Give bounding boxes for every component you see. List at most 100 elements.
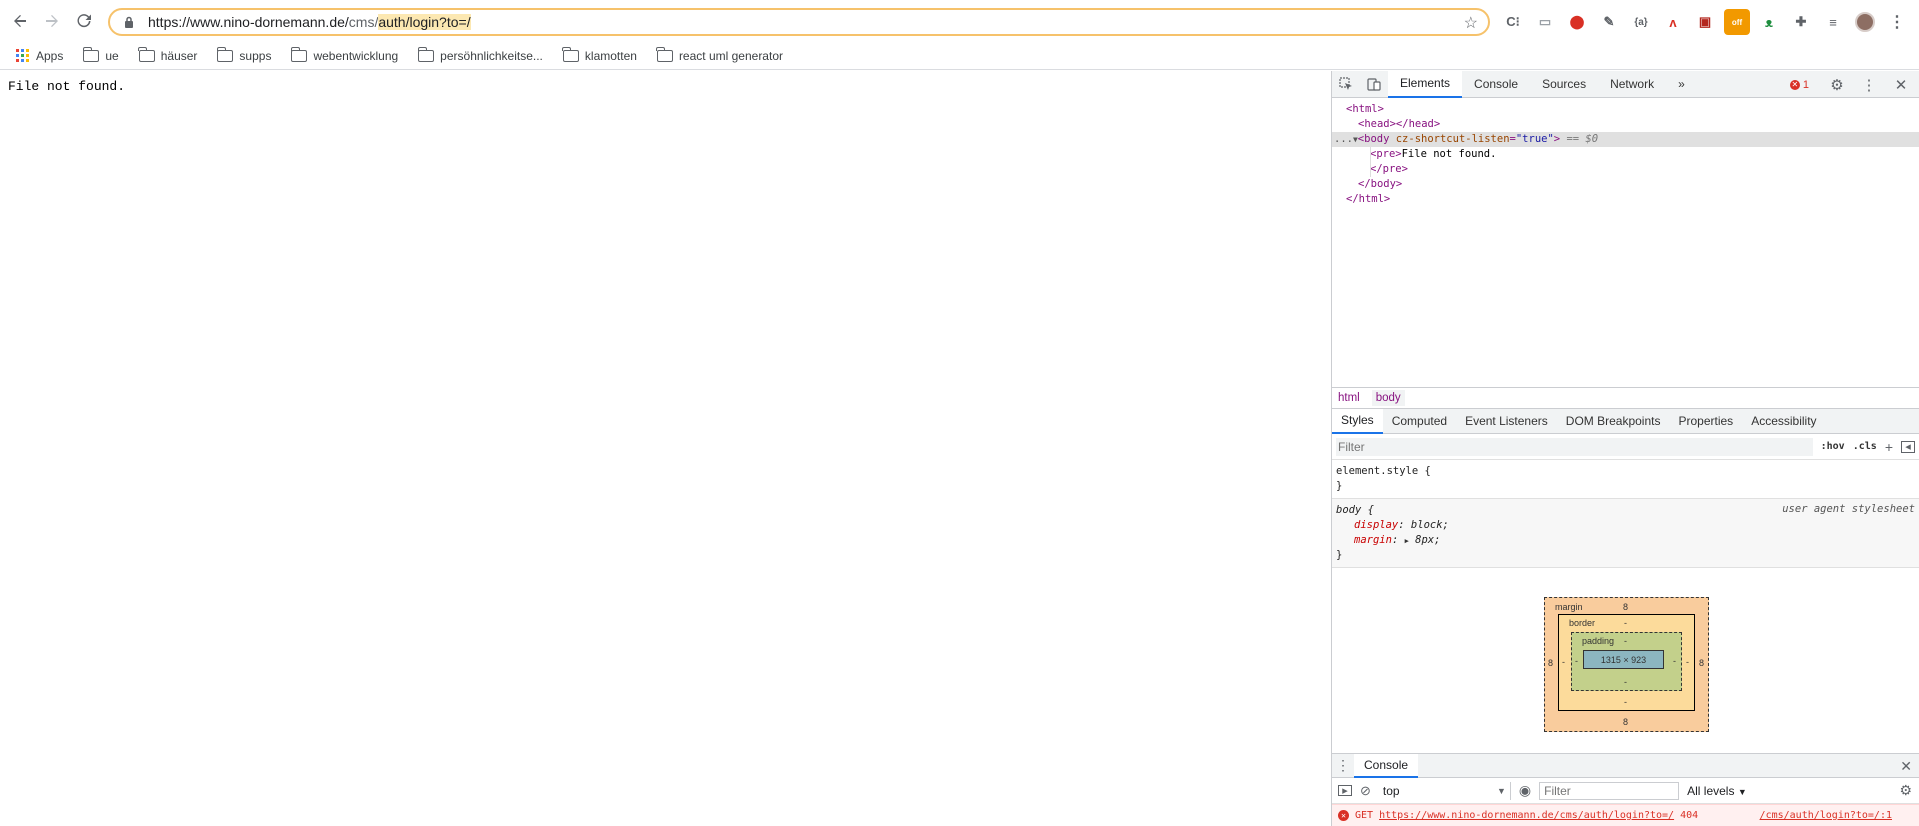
property-name: margin: [1354, 534, 1392, 546]
console-filter-input[interactable]: [1539, 781, 1680, 800]
sidebar-toggle-icon[interactable]: ▸: [1338, 785, 1352, 797]
attribute-value: "true": [1515, 133, 1554, 145]
bookmark-folder[interactable]: react uml generator: [653, 46, 787, 65]
tab-properties[interactable]: Properties: [1669, 409, 1742, 434]
tab-computed[interactable]: Computed: [1383, 409, 1456, 434]
dom-node-head[interactable]: <head></head>: [1332, 117, 1919, 132]
style-property[interactable]: display: block;: [1336, 518, 1915, 533]
inspect-element-icon[interactable]: [1332, 71, 1360, 97]
box-model-padding[interactable]: padding - - - - 1315 × 923: [1571, 632, 1682, 691]
border-left-value[interactable]: -: [1562, 657, 1565, 667]
padding-left-value[interactable]: -: [1575, 656, 1578, 666]
close-icon[interactable]: ✕: [1900, 758, 1912, 775]
styles-filter-input[interactable]: [1336, 437, 1813, 456]
style-property[interactable]: margin: ▶ 8px;: [1336, 533, 1915, 548]
bookmark-folder[interactable]: persöhnlichkeitse...: [414, 46, 547, 65]
cls-toggle[interactable]: .cls: [1853, 441, 1877, 452]
tab-event-listeners[interactable]: Event Listeners: [1456, 409, 1557, 434]
bookmark-folder[interactable]: supps: [213, 46, 275, 65]
border-bottom-value[interactable]: -: [1624, 697, 1627, 707]
bookmark-label: klamotten: [584, 48, 637, 63]
dom-node-body[interactable]: ...▼<body cz-shortcut-listen="true"> == …: [1332, 132, 1919, 147]
tab-network[interactable]: Network: [1598, 71, 1666, 98]
expand-triangle-icon[interactable]: ▶: [1405, 537, 1409, 545]
rule-selector[interactable]: element.style {: [1336, 464, 1915, 479]
reload-button[interactable]: [68, 5, 100, 37]
padding-bottom-value[interactable]: -: [1624, 677, 1627, 687]
more-tabs-button[interactable]: »: [1666, 71, 1697, 98]
bookmark-star-icon[interactable]: ☆: [1464, 13, 1478, 33]
dom-node-pre-close[interactable]: </pre>: [1332, 162, 1919, 177]
dom-node-html-close[interactable]: </html>: [1332, 192, 1919, 207]
gear-icon[interactable]: ⚙: [1899, 782, 1912, 799]
gear-icon[interactable]: ⚙: [1823, 72, 1851, 98]
border-right-value[interactable]: -: [1686, 657, 1689, 667]
bookmark-label: react uml generator: [678, 48, 783, 63]
margin-bottom-value[interactable]: 8: [1623, 717, 1628, 727]
extension-icon[interactable]: {a}: [1628, 9, 1654, 35]
bookmark-folder[interactable]: klamotten: [559, 46, 641, 65]
margin-top-value[interactable]: 8: [1623, 602, 1628, 612]
padding-top-value[interactable]: -: [1624, 636, 1627, 646]
extension-icon[interactable]: C⁝: [1500, 9, 1526, 35]
extension-icon[interactable]: ▭: [1532, 9, 1558, 35]
kebab-menu-icon[interactable]: ⋮: [1332, 757, 1354, 774]
error-counter[interactable]: ✕ 1: [1789, 79, 1809, 91]
box-model-content[interactable]: 1315 × 923: [1583, 650, 1664, 669]
padding-right-value[interactable]: -: [1673, 656, 1676, 666]
avatar[interactable]: [1852, 9, 1878, 35]
source-link[interactable]: /cms/auth/login?to=/:1: [1760, 810, 1892, 821]
reading-list-icon[interactable]: ≡: [1820, 9, 1846, 35]
tab-accessibility[interactable]: Accessibility: [1742, 409, 1825, 434]
device-toggle-icon[interactable]: [1360, 71, 1388, 97]
context-value: top: [1382, 783, 1400, 798]
bookmark-folder[interactable]: ue: [79, 46, 122, 65]
kebab-menu-icon[interactable]: ⋮: [1855, 72, 1883, 98]
extension-icon[interactable]: ✎: [1596, 9, 1622, 35]
tab-elements[interactable]: Elements: [1388, 70, 1463, 98]
back-button[interactable]: [4, 5, 36, 37]
tab-console[interactable]: Console: [1462, 71, 1530, 98]
tab-sources[interactable]: Sources: [1530, 71, 1598, 98]
tab-console-drawer[interactable]: Console: [1354, 753, 1419, 778]
log-levels-value: All levels: [1687, 783, 1735, 798]
tree-guide: [1370, 147, 1371, 177]
margin-left-value[interactable]: 8: [1548, 658, 1553, 668]
extension-icon[interactable]: ▣: [1692, 9, 1718, 35]
breadcrumb-html[interactable]: html: [1338, 392, 1360, 404]
bookmark-folder[interactable]: häuser: [135, 46, 202, 65]
dom-node-body-close[interactable]: </body>: [1332, 177, 1919, 192]
dom-node-html[interactable]: <html>: [1332, 102, 1919, 117]
sidebar-toggle-icon[interactable]: ◂: [1901, 440, 1915, 453]
forward-button[interactable]: [36, 5, 68, 37]
clear-console-icon[interactable]: ⊘: [1360, 783, 1371, 799]
kebab-menu-icon[interactable]: ⋮: [1884, 9, 1910, 35]
border-top-value[interactable]: -: [1624, 618, 1627, 628]
devtools-panel: Elements Console Sources Network » ✕ 1 ⚙…: [1331, 70, 1919, 826]
tab-dom-breakpoints[interactable]: DOM Breakpoints: [1557, 409, 1670, 434]
bookmark-apps[interactable]: Apps: [12, 47, 67, 65]
puzzle-icon[interactable]: ✚: [1788, 9, 1814, 35]
request-url-link[interactable]: https://www.nino-dornemann.de/cms/auth/l…: [1379, 810, 1674, 821]
node-ellipsis[interactable]: ...: [1334, 133, 1353, 145]
apps-grid-icon: [16, 48, 30, 63]
bookmark-folder[interactable]: webentwicklung: [287, 46, 402, 65]
address-bar[interactable]: https://www.nino-dornemann.de/cms/auth/l…: [108, 8, 1490, 36]
hov-toggle[interactable]: :hov: [1821, 441, 1845, 452]
box-model-margin[interactable]: margin 8 8 8 8 border - - - - padding - …: [1544, 597, 1709, 732]
dom-node-pre[interactable]: <pre>File not found.: [1332, 147, 1919, 162]
extension-icon[interactable]: ᴥ: [1756, 9, 1782, 35]
plus-icon[interactable]: +: [1885, 439, 1893, 455]
margin-label: margin: [1555, 602, 1583, 612]
margin-right-value[interactable]: 8: [1699, 658, 1704, 668]
tab-styles[interactable]: Styles: [1332, 408, 1383, 434]
box-model-border[interactable]: border - - - - padding - - - - 1315 × 92…: [1558, 614, 1695, 711]
extension-icon[interactable]: ᴧ: [1660, 9, 1686, 35]
extension-icon[interactable]: off: [1724, 9, 1750, 35]
extension-icon[interactable]: ⬤: [1564, 9, 1590, 35]
log-levels-select[interactable]: All levels ▼: [1687, 784, 1747, 798]
close-icon[interactable]: ✕: [1887, 72, 1915, 98]
eye-icon[interactable]: ◉: [1519, 782, 1531, 799]
context-select[interactable]: top ▼: [1379, 781, 1511, 800]
breadcrumb-body[interactable]: body: [1371, 390, 1405, 406]
